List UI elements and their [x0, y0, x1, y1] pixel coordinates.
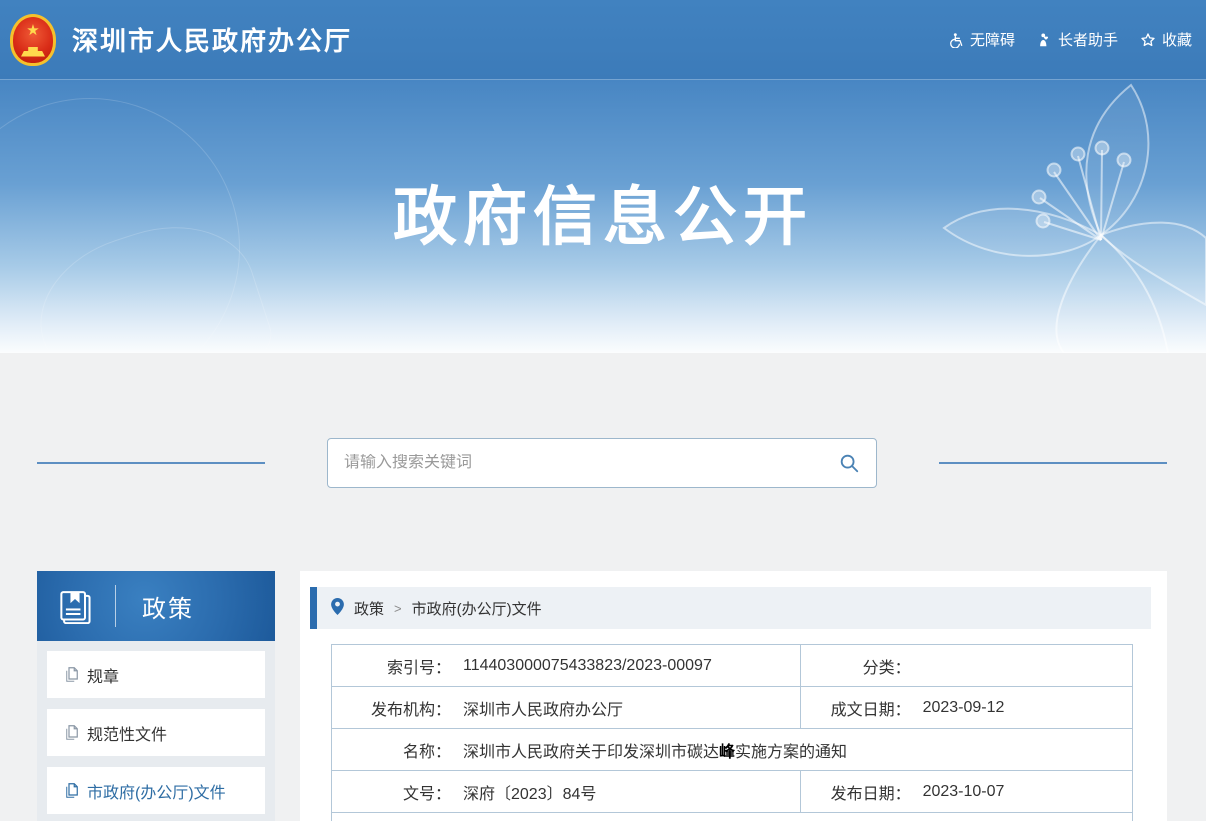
elder-person-icon: [1037, 32, 1052, 48]
sidebar-item-label: 规章: [87, 663, 119, 687]
written-date-label: 成文日期：: [801, 696, 911, 720]
site-title: 深圳市人民政府办公厅: [72, 21, 352, 58]
sidebar-item-label: 市政府(办公厅)文件: [87, 779, 226, 803]
search-section: [37, 438, 1167, 488]
breadcrumb-current: 市政府(办公厅)文件: [412, 598, 542, 619]
content-area: 政策 规章 规范性文件: [0, 353, 1206, 821]
index-number-label: 索引号：: [332, 654, 451, 678]
table-row: 索引号： 114403000075433823/2023-00097 分类：: [332, 645, 1133, 687]
star-icon: [1140, 32, 1156, 48]
breadcrumb-bar: 政策 > 市政府(办公厅)文件: [317, 587, 1151, 629]
document-number-label: 文号：: [332, 780, 451, 804]
document-name-value: 深圳市人民政府关于印发深圳市碳达峰实施方案的通知: [463, 738, 847, 762]
elder-assist-label: 长者助手: [1058, 29, 1118, 50]
document-number-value: 深府〔2023〕84号: [463, 780, 596, 804]
accessibility-icon: [948, 32, 964, 48]
document-icon: [65, 667, 79, 682]
top-header-bar: ★ 深圳市人民政府办公厅 无障碍 长者: [0, 0, 1206, 80]
document-metadata-table: 索引号： 114403000075433823/2023-00097 分类：: [331, 644, 1133, 821]
main-section: 政策 规章 规范性文件: [37, 571, 1167, 821]
index-number-value: 114403000075433823/2023-00097: [463, 657, 712, 675]
page-banner: 政府信息公开: [0, 80, 1206, 353]
document-name-highlight: 峰: [719, 744, 735, 761]
document-name-pre: 深圳市人民政府关于印发深圳市碳达: [463, 744, 719, 761]
search-input[interactable]: [344, 454, 838, 472]
publish-date-label: 发布日期：: [801, 780, 911, 804]
written-date-value: 2023-09-12: [923, 699, 1005, 717]
issuing-agency-label: 发布机构：: [332, 696, 451, 720]
accessibility-link[interactable]: 无障碍: [948, 29, 1015, 50]
sidebar-item-label: 规范性文件: [87, 721, 167, 745]
document-icon: [65, 725, 79, 740]
breadcrumb-root[interactable]: 政策: [354, 598, 384, 619]
document-name-label: 名称：: [332, 738, 451, 762]
favorite-label: 收藏: [1162, 29, 1192, 50]
table-row: 文号： 深府〔2023〕84号 发布日期： 2023-10-07: [332, 771, 1133, 813]
search-button[interactable]: [838, 452, 860, 474]
publish-date-value: 2023-10-07: [923, 783, 1005, 801]
breadcrumb-separator: >: [394, 601, 402, 616]
table-row: 名称： 深圳市人民政府关于印发深圳市碳达峰实施方案的通知: [332, 729, 1133, 771]
accessibility-label: 无障碍: [970, 29, 1015, 50]
issuing-agency-value: 深圳市人民政府办公厅: [463, 696, 623, 720]
sidebar-header-divider: [115, 585, 116, 627]
category-label: 分类：: [801, 654, 911, 678]
sidebar-item-municipal-documents[interactable]: 市政府(办公厅)文件: [47, 767, 265, 814]
favorite-link[interactable]: 收藏: [1140, 29, 1192, 50]
national-emblem-logo: ★: [10, 14, 56, 66]
sidebar-header: 政策: [37, 571, 275, 641]
decorative-line-left: [37, 462, 265, 464]
document-name-post: 实施方案的通知: [735, 744, 847, 761]
book-icon: [55, 584, 95, 629]
page-title: 政府信息公开: [0, 166, 1206, 258]
table-row: 发布机构： 深圳市人民政府办公厅 成文日期： 2023-09-12: [332, 687, 1133, 729]
sidebar-title: 政策: [142, 589, 194, 624]
emblem-star-icon: ★: [26, 23, 39, 38]
sidebar-menu: 规章 规范性文件 市政府(办公厅)文: [37, 641, 275, 821]
decorative-line-right: [939, 462, 1167, 464]
breadcrumb: 政策 > 市政府(办公厅)文件: [316, 587, 1151, 629]
sidebar-item-regulations[interactable]: 规章: [47, 651, 265, 698]
document-icon: [65, 783, 79, 798]
sidebar-item-normative-documents[interactable]: 规范性文件: [47, 709, 265, 756]
elder-assist-link[interactable]: 长者助手: [1037, 29, 1118, 50]
utility-links: 无障碍 长者助手 收藏: [948, 29, 1192, 50]
policy-sidebar: 政策 规章 规范性文件: [37, 571, 275, 821]
table-row-partial: [332, 813, 1133, 821]
search-box: [327, 438, 877, 488]
document-panel: 政策 > 市政府(办公厅)文件 索引号： 114403000075433823/…: [300, 571, 1167, 821]
breadcrumb-accent-bar: [310, 587, 317, 629]
location-pin-icon: [331, 598, 344, 619]
